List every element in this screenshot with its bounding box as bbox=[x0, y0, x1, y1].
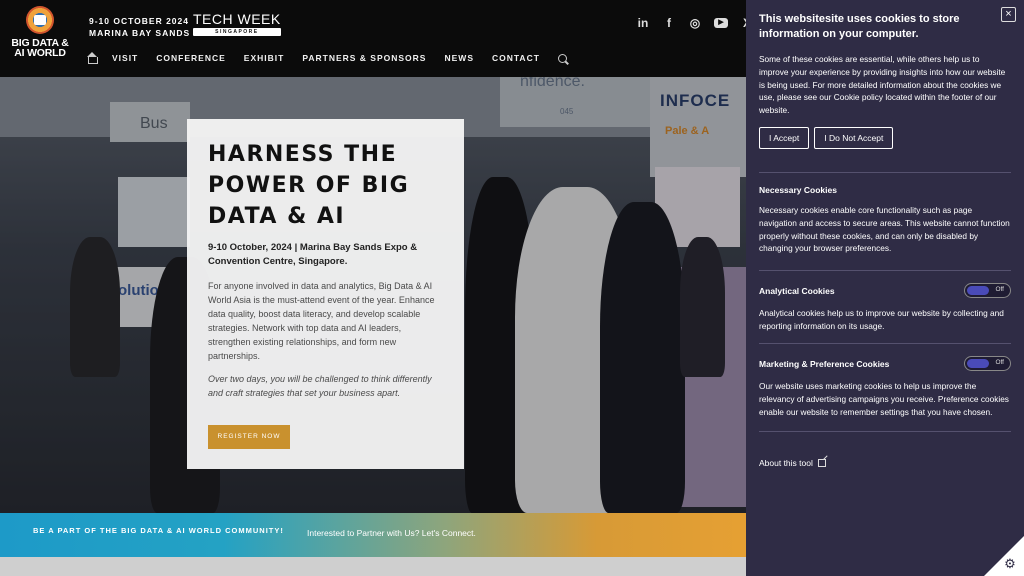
divider bbox=[759, 431, 1011, 433]
close-icon[interactable]: × bbox=[1001, 7, 1016, 22]
hero-italic-text: Over two days, you will be challenged to… bbox=[208, 374, 432, 398]
hero-description: For anyone involved in data and analytic… bbox=[208, 281, 435, 361]
hero-section: Bus olution nfidence. 045 INFOCE Pale & … bbox=[0, 77, 746, 513]
marketing-cookies-toggle[interactable]: Off bbox=[964, 356, 1011, 371]
logo-mark-icon bbox=[26, 6, 54, 34]
toggle-knob bbox=[967, 359, 989, 368]
event-dates: 9-10 OCTOBER 2024 bbox=[89, 16, 189, 26]
nav-item-partners[interactable]: PARTNERS & SPONSORS bbox=[302, 53, 426, 63]
facebook-icon[interactable]: f bbox=[662, 16, 676, 30]
decline-button[interactable]: I Do Not Accept bbox=[814, 126, 894, 149]
cookie-intro: Some of these cookies are essential, whi… bbox=[759, 54, 1006, 116]
social-links: in f ◎ ▶ X bbox=[636, 16, 754, 30]
instagram-icon[interactable]: ◎ bbox=[688, 16, 702, 30]
techweek-title: TECH WEEK bbox=[193, 11, 281, 27]
divider bbox=[759, 270, 1011, 271]
divider bbox=[759, 172, 1011, 173]
register-now-button[interactable]: REGISTER NOW bbox=[208, 425, 290, 449]
community-text[interactable]: BE A PART OF THE BIG DATA & AI WORLD COM… bbox=[33, 526, 284, 535]
about-tool-link[interactable]: About this tool bbox=[759, 458, 826, 468]
community-band: BE A PART OF THE BIG DATA & AI WORLD COM… bbox=[0, 513, 746, 557]
toggle-state: Off bbox=[995, 286, 1004, 293]
necessary-cookies-section: Necessary Cookies Necessary cookies enab… bbox=[759, 172, 1011, 255]
page-bottom-strip bbox=[0, 557, 746, 576]
event-venue: MARINA BAY SANDS bbox=[89, 28, 191, 38]
techweek-sub: SINGAPORE bbox=[193, 28, 281, 36]
marketing-cookies-text: Our website uses marketing cookies to he… bbox=[759, 381, 1009, 417]
about-tool-label: About this tool bbox=[759, 458, 813, 468]
marketing-cookies-title: Marketing & Preference Cookies bbox=[759, 358, 890, 369]
nav-item-visit[interactable]: VISIT bbox=[112, 53, 138, 63]
home-icon[interactable] bbox=[86, 52, 98, 64]
youtube-icon[interactable]: ▶ bbox=[714, 18, 728, 28]
necessary-cookies-title: Necessary Cookies bbox=[759, 185, 837, 195]
analytical-cookies-toggle[interactable]: Off bbox=[964, 283, 1011, 298]
nav-item-news[interactable]: NEWS bbox=[444, 53, 474, 63]
nav-item-exhibit[interactable]: EXHIBIT bbox=[244, 53, 285, 63]
divider bbox=[759, 343, 1011, 344]
analytical-cookies-section: Analytical Cookies Off Analytical cookie… bbox=[759, 270, 1011, 333]
analytical-cookies-title: Analytical Cookies bbox=[759, 285, 835, 296]
linkedin-icon[interactable]: in bbox=[636, 16, 650, 30]
toggle-knob bbox=[967, 286, 989, 295]
marketing-cookies-section: Marketing & Preference Cookies Off Our w… bbox=[759, 343, 1011, 433]
cookie-consent-panel: × This websitesite uses cookies to store… bbox=[746, 0, 1024, 576]
partner-link[interactable]: Interested to Partner with Us? Let's Con… bbox=[307, 528, 476, 538]
logo-text: BIG DATA & AI WORLD bbox=[11, 37, 69, 59]
external-link-icon bbox=[817, 459, 826, 467]
analytical-cookies-text: Analytical cookies help us to improve ou… bbox=[759, 308, 1004, 331]
hero-date-venue: 9-10 October, 2024 | Marina Bay Sands Ex… bbox=[208, 242, 418, 267]
event-info: 9-10 OCTOBER 2024 MARINA BAY SANDS bbox=[89, 15, 190, 39]
accept-button[interactable]: I Accept bbox=[759, 126, 810, 149]
cookie-title: This websitesite uses cookies to store i… bbox=[759, 13, 960, 40]
necessary-cookies-text: Necessary cookies enable core functional… bbox=[759, 205, 1010, 254]
nav-item-contact[interactable]: CONTACT bbox=[492, 53, 540, 63]
main-nav: VISIT CONFERENCE EXHIBIT PARTNERS & SPON… bbox=[86, 52, 567, 64]
techweek-logo[interactable]: TECH WEEK SINGAPORE bbox=[193, 12, 281, 36]
cookie-button-row: I Accept I Do Not Accept bbox=[759, 126, 1011, 149]
toggle-state: Off bbox=[995, 359, 1004, 366]
search-icon[interactable] bbox=[557, 53, 567, 63]
site-logo[interactable]: BIG DATA & AI WORLD bbox=[6, 6, 74, 68]
hero-card: HARNESS THE POWER OF BIG DATA & AI 9-10 … bbox=[187, 119, 464, 469]
hero-title: HARNESS THE POWER OF BIG DATA & AI bbox=[208, 142, 410, 229]
nav-item-conference[interactable]: CONFERENCE bbox=[156, 53, 226, 63]
gear-icon[interactable]: ⚙ bbox=[1003, 557, 1017, 571]
